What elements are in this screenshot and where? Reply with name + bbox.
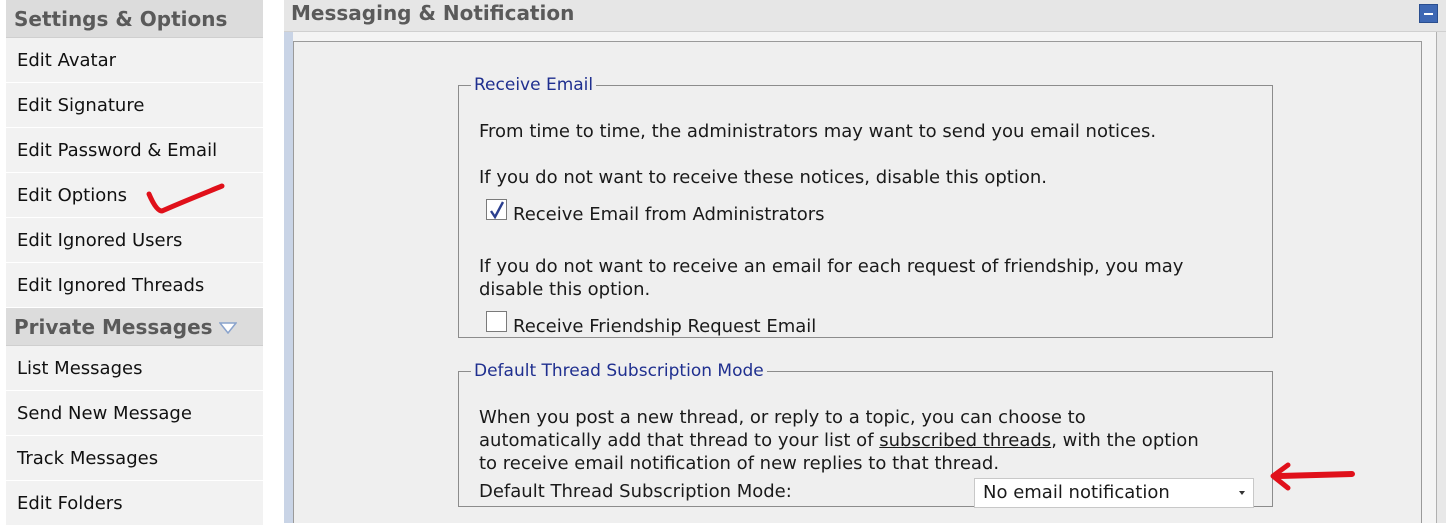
settings-options-header: Settings & Options: [6, 0, 263, 38]
subscription-desc-line1: When you post a new thread, or reply to …: [479, 407, 1086, 428]
subscription-mode-select[interactable]: No email notification: [974, 478, 1254, 508]
friendship-text-line1: If you do not want to receive an email f…: [479, 256, 1184, 277]
subscription-desc-line2-pre: automatically add that thread to your li…: [479, 430, 880, 451]
sidebar-item-send-new-message[interactable]: Send New Message: [6, 391, 263, 436]
admin-email-checkbox[interactable]: [486, 199, 507, 220]
friendship-email-checkbox-label[interactable]: Receive Friendship Request Email: [513, 315, 816, 338]
receive-email-intro: From time to time, the administrators ma…: [479, 121, 1157, 142]
content-frame: Receive Email From time to time, the adm…: [284, 32, 1446, 523]
sidebar-item-edit-folders[interactable]: Edit Folders: [6, 481, 263, 526]
subscription-mode-legend: Default Thread Subscription Mode: [474, 361, 764, 381]
collapse-icon[interactable]: [1419, 4, 1438, 23]
sidebar-item-track-messages[interactable]: Track Messages: [6, 436, 263, 481]
subscription-desc-line2-post: , with the option: [1051, 430, 1199, 451]
checkmark-icon: [490, 201, 505, 219]
subscription-desc-line2: automatically add that thread to your li…: [479, 429, 1199, 452]
subscription-mode-fieldset: Default Thread Subscription Mode When yo…: [458, 361, 1273, 508]
friendship-email-checkbox[interactable]: [486, 311, 507, 332]
sidebar-item-edit-options[interactable]: Edit Options: [6, 173, 263, 218]
admin-email-checkbox-label[interactable]: Receive Email from Administrators: [513, 203, 825, 226]
subscription-mode-selected: No email notification: [983, 482, 1170, 503]
panel-header: Messaging & Notification: [284, 0, 1446, 32]
page-title: Messaging & Notification: [291, 1, 575, 25]
sidebar: Settings & Options Edit Avatar Edit Sign…: [6, 0, 263, 526]
collapse-triangle-icon[interactable]: [218, 308, 238, 346]
scrollbar[interactable]: [1436, 32, 1446, 523]
sidebar-item-edit-signature[interactable]: Edit Signature: [6, 83, 263, 128]
friendship-text-line2: disable this option.: [479, 279, 651, 300]
main-panel: Messaging & Notification Receive Email F…: [284, 0, 1446, 523]
sidebar-item-edit-ignored-users[interactable]: Edit Ignored Users: [6, 218, 263, 263]
chevron-down-icon: [1239, 491, 1245, 495]
subscription-desc-line3: to receive email notification of new rep…: [479, 453, 1000, 474]
sidebar-item-edit-avatar[interactable]: Edit Avatar: [6, 38, 263, 83]
sidebar-item-list-messages[interactable]: List Messages: [6, 346, 263, 391]
subscription-mode-label: Default Thread Subscription Mode:: [479, 481, 792, 502]
receive-email-legend: Receive Email: [474, 75, 594, 95]
private-messages-header[interactable]: Private Messages: [6, 308, 263, 346]
admin-notice-text: If you do not want to receive these noti…: [479, 167, 1048, 188]
private-messages-header-label: Private Messages: [14, 315, 213, 339]
subscribed-threads-link[interactable]: subscribed threads: [879, 430, 1051, 451]
receive-email-fieldset: Receive Email From time to time, the adm…: [458, 75, 1273, 338]
sidebar-item-edit-ignored-threads[interactable]: Edit Ignored Threads: [6, 263, 263, 308]
content-box: Receive Email From time to time, the adm…: [293, 41, 1422, 523]
sidebar-item-edit-password-email[interactable]: Edit Password & Email: [6, 128, 263, 173]
